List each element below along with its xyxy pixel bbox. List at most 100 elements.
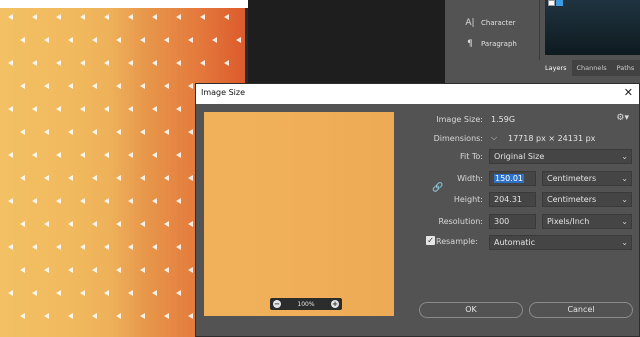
width-unit-select[interactable]: Centimeters ⌄	[542, 171, 632, 186]
pattern-triangle	[164, 37, 169, 43]
dimensions-chevron-icon[interactable]: ⌵	[491, 133, 497, 143]
pattern-triangle	[68, 37, 73, 43]
character-icon: A|	[465, 18, 475, 28]
pattern-triangle	[44, 37, 49, 43]
panel-item-paragraph[interactable]: ¶ Paragraph	[465, 39, 517, 49]
pattern-triangle	[200, 14, 205, 20]
pattern-triangle	[104, 106, 109, 112]
chevron-down-icon: ⌄	[621, 195, 628, 204]
zoom-in-icon[interactable]: +	[331, 300, 339, 308]
pattern-triangle	[80, 14, 85, 20]
height-unit-select[interactable]: Centimeters ⌄	[542, 192, 632, 207]
pattern-triangle	[8, 290, 13, 296]
pattern-triangle	[44, 175, 49, 181]
close-icon[interactable]: ✕	[624, 86, 633, 100]
resolution-unit-select[interactable]: Pixels/Inch ⌄	[542, 214, 632, 229]
pattern-triangle	[176, 290, 181, 296]
pattern-triangle	[116, 221, 121, 227]
pattern-triangle	[80, 106, 85, 112]
dimensions-label: Dimensions:	[433, 134, 483, 143]
tab-channels[interactable]: Channels	[572, 60, 612, 76]
pattern-triangle	[188, 175, 193, 181]
pattern-triangle	[56, 152, 61, 158]
resolution-value: 300	[494, 217, 510, 226]
pattern-triangle	[32, 198, 37, 204]
pattern-triangle	[164, 221, 169, 227]
pattern-triangle	[56, 14, 61, 20]
pattern-triangle	[20, 313, 25, 319]
document-top-edge	[0, 0, 248, 8]
image-preview[interactable]: − 100% +	[204, 112, 394, 316]
pattern-triangle	[44, 221, 49, 227]
gear-icon[interactable]: ⚙▾	[616, 113, 629, 123]
link-constraint-icon[interactable]: 🔗	[432, 183, 443, 193]
resolution-unit-value: Pixels/Inch	[547, 217, 590, 226]
pattern-triangle	[68, 313, 73, 319]
fit-to-value: Original Size	[494, 152, 545, 161]
pattern-triangle	[152, 60, 157, 66]
pattern-triangle	[200, 60, 205, 66]
pattern-triangle	[92, 267, 97, 273]
pattern-triangle	[116, 267, 121, 273]
pattern-triangle	[176, 244, 181, 250]
pattern-triangle	[188, 83, 193, 89]
color-picker-field[interactable]	[545, 0, 640, 55]
cancel-button[interactable]: Cancel	[529, 302, 633, 318]
resample-checkbox[interactable]: ✓	[426, 236, 435, 245]
pattern-triangle	[68, 83, 73, 89]
dimensions-value: 17718 px × 24131 px	[508, 134, 596, 143]
pattern-triangle	[188, 129, 193, 135]
pattern-triangle	[140, 267, 145, 273]
foreground-swatch[interactable]	[548, 0, 555, 6]
pattern-triangle	[80, 244, 85, 250]
resolution-input[interactable]: 300	[489, 214, 536, 229]
resample-select[interactable]: Automatic ⌄	[489, 235, 632, 250]
pattern-triangle	[20, 83, 25, 89]
pattern-triangle	[152, 198, 157, 204]
width-input[interactable]: 150.01	[489, 171, 536, 186]
pattern-triangle	[236, 37, 241, 43]
pattern-triangle	[176, 198, 181, 204]
ok-button[interactable]: OK	[419, 302, 523, 318]
pattern-triangle	[140, 221, 145, 227]
pattern-triangle	[68, 267, 73, 273]
dialog-titlebar[interactable]: Image Size ✕	[196, 84, 639, 104]
pattern-triangle	[140, 83, 145, 89]
panel-item-character[interactable]: A| Character	[465, 18, 515, 28]
pattern-triangle	[140, 37, 145, 43]
pattern-triangle	[152, 152, 157, 158]
pattern-triangle	[8, 244, 13, 250]
fit-to-select[interactable]: Original Size ⌄	[489, 149, 632, 164]
resolution-label: Resolution:	[438, 217, 484, 226]
pattern-triangle	[128, 198, 133, 204]
tab-paths[interactable]: Paths	[612, 60, 640, 76]
pattern-triangle	[128, 244, 133, 250]
pattern-triangle	[128, 14, 133, 20]
tab-layers[interactable]: Layers	[540, 60, 572, 76]
pattern-triangle	[152, 290, 157, 296]
pattern-triangle	[8, 106, 13, 112]
zoom-out-icon[interactable]: −	[273, 300, 281, 308]
character-paragraph-panel: A| Character ¶ Paragraph	[445, 0, 540, 60]
chevron-down-icon: ⌄	[621, 174, 628, 183]
pattern-triangle	[164, 175, 169, 181]
chevron-down-icon: ⌄	[621, 238, 628, 247]
width-value: 150.01	[494, 174, 524, 183]
pattern-triangle	[32, 60, 37, 66]
pattern-triangle	[212, 37, 217, 43]
pattern-triangle	[8, 198, 13, 204]
paragraph-icon: ¶	[467, 39, 473, 49]
background-swatch[interactable]	[556, 0, 563, 6]
pattern-triangle	[128, 290, 133, 296]
pattern-triangle	[116, 129, 121, 135]
pattern-triangle	[92, 37, 97, 43]
height-value: 204.31	[494, 195, 522, 204]
height-input[interactable]: 204.31	[489, 192, 536, 207]
pattern-triangle	[104, 14, 109, 20]
chevron-down-icon: ⌄	[621, 152, 628, 161]
zoom-value: 100%	[297, 300, 315, 308]
pattern-triangle	[20, 129, 25, 135]
pattern-triangle	[92, 313, 97, 319]
pattern-triangle	[92, 83, 97, 89]
pattern-triangle	[176, 60, 181, 66]
